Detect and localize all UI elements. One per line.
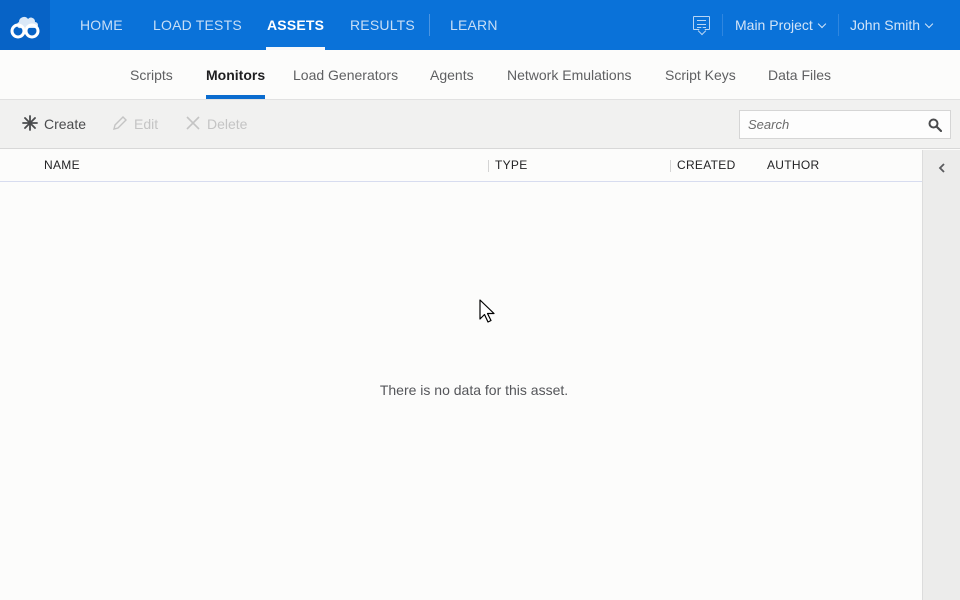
column-header-created[interactable]: CREATED (677, 150, 736, 182)
search-icon[interactable] (928, 118, 942, 132)
create-label: Create (44, 116, 87, 132)
column-header-name[interactable]: NAME (44, 150, 80, 182)
pencil-icon (113, 116, 127, 131)
search-box (739, 110, 951, 139)
tab-data-files[interactable]: Data Files (768, 50, 831, 100)
nav-home[interactable]: HOME (80, 0, 123, 50)
delete-button[interactable]: Delete (185, 100, 247, 149)
asset-tabs: Scripts Monitors Load Generators Agents … (0, 50, 960, 100)
tab-agents[interactable]: Agents (430, 50, 474, 100)
column-header-author[interactable]: AUTHOR (767, 150, 819, 182)
app-logo[interactable] (0, 0, 50, 50)
close-icon (186, 116, 200, 130)
nav-assets[interactable]: ASSETS (265, 0, 326, 50)
create-button[interactable]: Create (22, 100, 86, 149)
search-input[interactable] (740, 111, 920, 138)
cloud-infinity-logo-icon (10, 17, 40, 39)
column-resizer[interactable] (670, 160, 671, 172)
tab-scripts[interactable]: Scripts (130, 50, 173, 100)
asterisk-icon (22, 115, 38, 132)
top-navigation-bar: HOME LOAD TESTS ASSETS RESULTS LEARN Mai… (0, 0, 960, 50)
details-panel-rail (922, 150, 960, 600)
edit-button[interactable]: Edit (112, 100, 158, 149)
monitors-table: NAME TYPE CREATED AUTHOR (0, 150, 922, 600)
table-header: NAME TYPE CREATED AUTHOR (0, 150, 922, 182)
topbar-divider (722, 14, 723, 36)
topbar-divider (838, 14, 839, 36)
tab-load-generators[interactable]: Load Generators (293, 50, 398, 100)
nav-results[interactable]: RESULTS (350, 0, 415, 50)
chevron-down-icon (924, 19, 934, 29)
tab-network-emulations[interactable]: Network Emulations (507, 50, 632, 100)
edit-label: Edit (134, 116, 159, 132)
delete-label: Delete (207, 116, 248, 132)
nav-load-tests[interactable]: LOAD TESTS (153, 0, 242, 50)
user-menu[interactable]: John Smith (850, 0, 934, 50)
chevron-down-icon (817, 19, 827, 29)
empty-state-message: There is no data for this asset. (379, 382, 569, 398)
tab-monitors[interactable]: Monitors (206, 50, 266, 100)
chevron-left-icon[interactable] (936, 162, 948, 174)
tab-script-keys[interactable]: Script Keys (665, 50, 736, 100)
project-name: Main Project (735, 17, 813, 33)
user-name: John Smith (850, 17, 921, 33)
column-header-type[interactable]: TYPE (495, 150, 528, 182)
column-resizer[interactable] (488, 160, 489, 172)
project-selector[interactable]: Main Project (735, 0, 827, 50)
nav-divider (429, 14, 430, 36)
message-icon[interactable] (693, 16, 710, 30)
nav-learn[interactable]: LEARN (450, 0, 498, 50)
